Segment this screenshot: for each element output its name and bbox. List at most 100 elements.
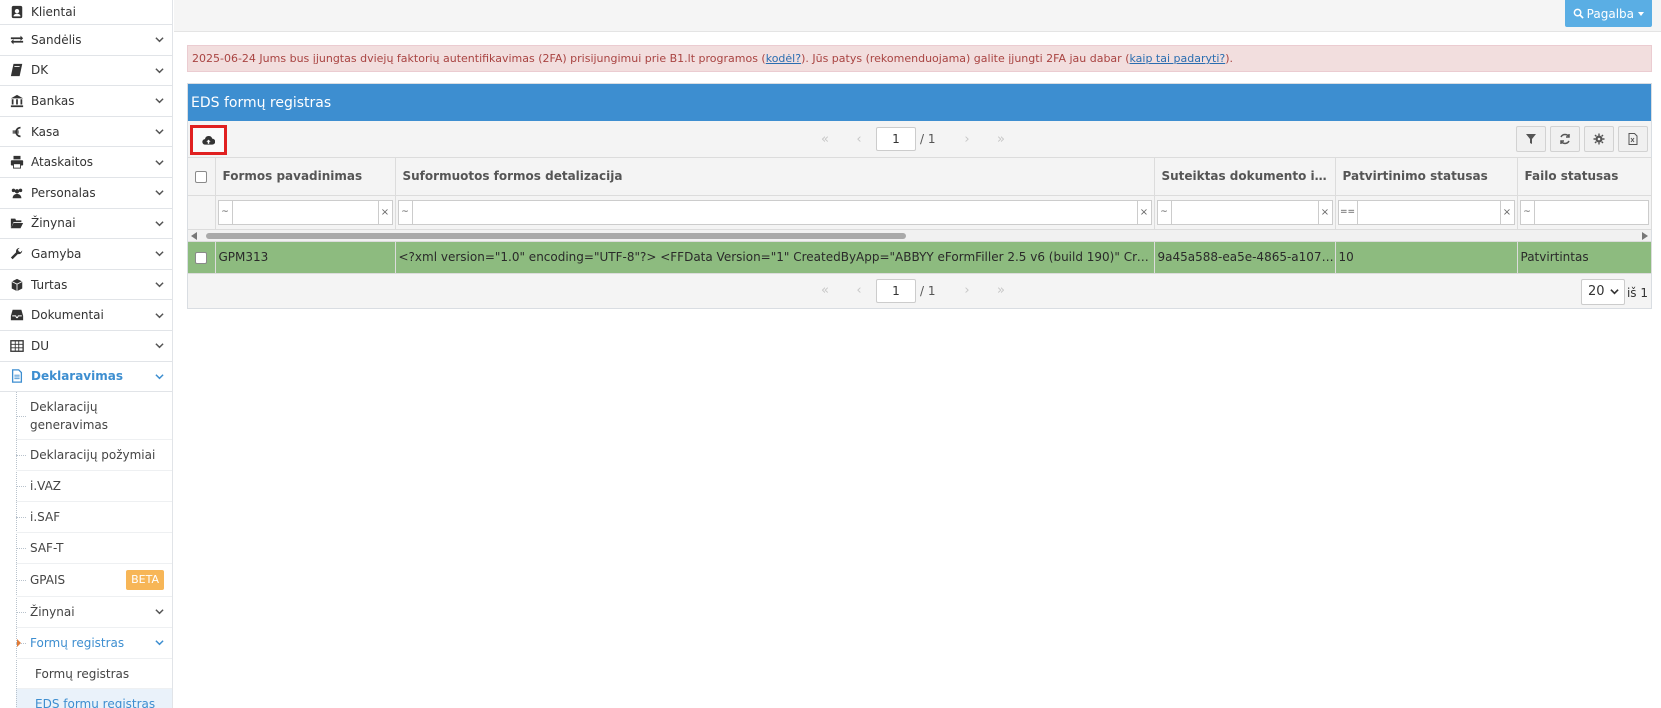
sidebar-sub2item-eds-formu-registras[interactable]: EDS formų registras: [16, 689, 172, 708]
sidebar-subitem-gpais[interactable]: GPAIS BETA: [16, 564, 172, 598]
table-icon: [8, 339, 26, 353]
bank-icon: [8, 94, 26, 108]
first-page-button[interactable]: «: [808, 283, 842, 298]
sidebar-item-label: Sandėlis: [31, 32, 82, 47]
chevron-down-icon: [154, 280, 164, 290]
horizontal-scrollbar[interactable]: [188, 229, 1651, 242]
refresh-button[interactable]: [1550, 126, 1580, 152]
filter-input-formos-pavadinimas[interactable]: [232, 199, 379, 225]
filter-operator[interactable]: ~: [217, 199, 233, 225]
filter-operator[interactable]: ~: [1156, 199, 1172, 225]
chevron-down-icon: [155, 634, 164, 652]
chevron-down-icon: [154, 65, 164, 75]
first-page-button[interactable]: «: [808, 132, 842, 147]
page-input[interactable]: 1: [876, 127, 916, 151]
column-header-failo-statusas[interactable]: Failo statusas: [1517, 158, 1652, 196]
grid-toolbar: « ‹ 1 / 1 › »: [188, 121, 1651, 158]
scroll-left-arrow[interactable]: [191, 231, 197, 240]
last-page-button[interactable]: »: [984, 132, 1018, 147]
sidebar-item-personalas[interactable]: Personalas: [0, 178, 172, 209]
clear-filter-icon[interactable]: ×: [1137, 199, 1152, 225]
row-checkbox[interactable]: [195, 251, 207, 264]
rows-per-page-select[interactable]: 20: [1581, 278, 1625, 305]
filter-button[interactable]: [1516, 126, 1546, 152]
prev-page-button[interactable]: ‹: [842, 132, 876, 147]
cloud-upload-icon: [202, 135, 215, 145]
filter-input-dokumento-id[interactable]: [1171, 199, 1319, 225]
cell-dokumento-id: 9a45a588-ea5e-4865-a107-0c...: [1154, 241, 1336, 273]
filter-input-detalizacija[interactable]: [412, 199, 1138, 225]
column-header-detalizacija[interactable]: Suformuotos formos detalizacija: [395, 158, 1155, 196]
chevron-down-icon: [154, 35, 164, 45]
page-input[interactable]: 1: [876, 278, 916, 303]
select-all-checkbox[interactable]: [195, 170, 207, 183]
filter-operator[interactable]: ~: [1519, 199, 1535, 225]
filter-cell: ~ ×: [1154, 195, 1336, 230]
clear-filter-icon[interactable]: ×: [1318, 199, 1333, 225]
row-select-cell: [188, 241, 216, 273]
table-row[interactable]: GPM313 <?xml version="1.0" encoding="UTF…: [188, 241, 1652, 273]
sidebar-item-klientai[interactable]: Klientai: [0, 0, 172, 25]
sidebar-subitem-deklaraciju-pozymiai[interactable]: Deklaracijų požymiai: [16, 440, 172, 472]
2fa-alert: 2025-06-24 Jums bus įjungtas dviejų fakt…: [187, 45, 1652, 72]
sidebar-subitem-formu-registras[interactable]: Formų registras: [16, 628, 172, 660]
sidebar-item-label: Klientai: [31, 5, 76, 19]
scroll-right-arrow[interactable]: [1642, 231, 1648, 240]
sidebar-item-turtas[interactable]: Turtas: [0, 270, 172, 301]
how-to-link[interactable]: kaip tai padaryti?: [1129, 52, 1225, 65]
sidebar-subitem-isaf[interactable]: i.SAF: [16, 502, 172, 534]
filter-operator[interactable]: ~: [397, 199, 413, 225]
prev-page-button[interactable]: ‹: [842, 283, 876, 298]
users-icon: [8, 186, 26, 200]
sidebar-subitem-ivaz[interactable]: i.VAZ: [16, 471, 172, 503]
settings-button[interactable]: [1584, 126, 1614, 152]
table-header-row: Formos pavadinimas Suformuotos formos de…: [188, 158, 1652, 196]
filter-cell: ~ ×: [395, 195, 1155, 230]
euro-icon: [8, 125, 26, 139]
export-excel-button[interactable]: [1618, 126, 1648, 152]
cube-icon: [8, 278, 26, 292]
sidebar-subitem-saf-t[interactable]: SAF-T: [16, 533, 172, 565]
column-header-formos-pavadinimas[interactable]: Formos pavadinimas: [215, 158, 396, 196]
filter-operator[interactable]: ==: [1337, 199, 1358, 225]
why-link[interactable]: kodėl?: [766, 52, 801, 65]
next-page-button[interactable]: ›: [950, 132, 984, 147]
clear-filter-icon[interactable]: ×: [378, 199, 393, 225]
chevron-down-icon: [154, 127, 164, 137]
sidebar-item-du[interactable]: DU: [0, 331, 172, 362]
chevron-down-icon: [154, 341, 164, 351]
sidebar-sub2item-formu-registras[interactable]: Formų registras: [16, 659, 172, 690]
eds-forms-table: Formos pavadinimas Suformuotos formos de…: [188, 158, 1652, 273]
filter-input-failo-statusas[interactable]: [1534, 199, 1649, 225]
cell-patvirtinimo-statusas: 10: [1335, 241, 1518, 273]
sidebar-item-zinynai[interactable]: Žinynai: [0, 209, 172, 240]
upload-button[interactable]: [190, 125, 227, 155]
chevron-down-icon: [154, 157, 164, 167]
sidebar-subitem-deklaraciju-generavimas[interactable]: Deklaracijų generavimas: [16, 392, 172, 441]
sidebar-item-dokumentai[interactable]: Dokumentai: [0, 300, 172, 331]
clear-filter-icon[interactable]: ×: [1500, 199, 1515, 225]
wrench-icon: [8, 247, 26, 261]
filter-input-patvirtinimo-statusas[interactable]: [1357, 199, 1501, 225]
chevron-down-icon: [1609, 289, 1619, 295]
caret-down-icon: [1638, 11, 1644, 16]
chevron-down-icon: [154, 96, 164, 106]
last-page-button[interactable]: »: [984, 283, 1018, 298]
next-page-button[interactable]: ›: [950, 283, 984, 298]
sidebar-item-bankas[interactable]: Bankas: [0, 86, 172, 117]
sidebar-item-gamyba[interactable]: Gamyba: [0, 239, 172, 270]
sidebar-item-label: Personalas: [31, 185, 96, 200]
rows-per-page-value: 20: [1588, 284, 1605, 299]
help-button[interactable]: Pagalba: [1564, 0, 1652, 27]
column-header-dokumento-identifikatorius[interactable]: Suteiktas dokumento iden...: [1154, 158, 1336, 196]
sidebar-item-ataskaitos[interactable]: Ataskaitos: [0, 147, 172, 178]
scroll-thumb[interactable]: [206, 232, 906, 239]
sidebar-item-dk[interactable]: DK: [0, 56, 172, 87]
print-icon: [8, 155, 26, 169]
sidebar-subitem-zinynai[interactable]: Žinynai: [16, 597, 172, 629]
sidebar-item-deklaravimas[interactable]: Deklaravimas: [0, 362, 172, 393]
sidebar-item-kasa[interactable]: Kasa: [0, 117, 172, 148]
sidebar-item-sandelis[interactable]: Sandėlis: [0, 25, 172, 56]
column-header-patvirtinimo-statusas[interactable]: Patvirtinimo statusas: [1335, 158, 1518, 196]
filter-row: ~ × ~ × ~ × == × ~: [188, 195, 1652, 230]
